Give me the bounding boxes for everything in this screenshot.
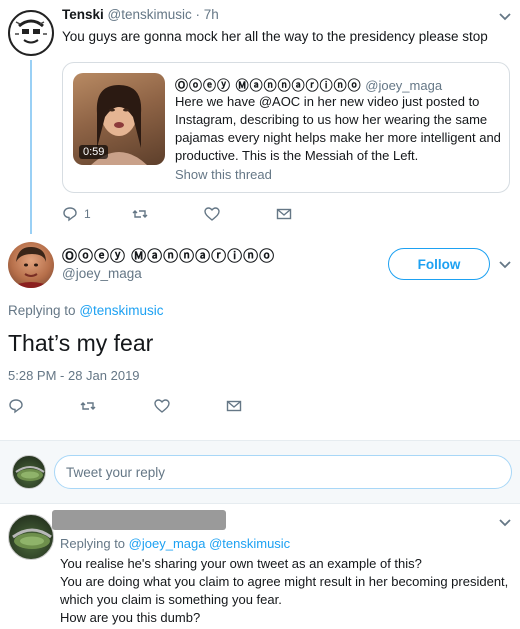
reply-tweet-text: You realise he's sharing your own tweet …	[60, 555, 510, 627]
reply-icon	[9, 399, 23, 414]
tweet-reply-input[interactable]	[54, 455, 512, 489]
like-button[interactable]	[204, 206, 276, 222]
reply-text-line: You realise he's sharing your own tweet …	[60, 556, 422, 571]
quoted-tweet-header: Ⓞⓞⓔⓨ Ⓜⓐⓝⓝⓐⓡⓘⓝⓞ @joey_maga	[175, 75, 442, 94]
top-tweet-header: Tenski @tenskimusic · 7h	[62, 7, 219, 22]
main-reply-button[interactable]	[8, 398, 80, 414]
main-tweet-replying-to: Replying to @tenskimusic	[8, 303, 164, 318]
reply-text-line: How are you this dumb?	[60, 610, 201, 625]
redacted-author-name	[52, 510, 226, 530]
reply-count: 1	[84, 207, 91, 221]
top-tweet-avatar[interactable]	[8, 10, 54, 56]
replying-to-handles-link[interactable]: @joey_maga @tenskimusic	[129, 536, 291, 551]
main-tweet-text: That’s my fear	[8, 330, 154, 356]
quoted-tweet-author-handle: @joey_maga	[365, 78, 443, 93]
stadium-photo-icon	[12, 528, 52, 549]
current-user-avatar	[12, 455, 46, 489]
replying-to-label: Replying to	[60, 536, 126, 551]
top-tweet-author-name[interactable]: Tenski	[62, 7, 104, 22]
video-duration-badge: 0:59	[79, 145, 109, 159]
envelope-icon	[226, 400, 242, 412]
doodle-face-icon	[12, 14, 50, 52]
quoted-video-thumbnail[interactable]: 0:59	[73, 73, 165, 165]
envelope-icon	[276, 208, 292, 220]
main-like-button[interactable]	[154, 398, 226, 414]
reply-text-line: which you claim is something you fear.	[60, 592, 282, 607]
main-tweet-avatar[interactable]	[8, 242, 54, 288]
main-tweet-timestamp[interactable]: 5:28 PM - 28 Jan 2019	[8, 368, 140, 383]
top-tweet-time[interactable]: · 7h	[196, 7, 219, 22]
main-tweet-author-name[interactable]: Ⓞⓞⓔⓨ Ⓜⓐⓝⓝⓐⓡⓘⓝⓞ	[62, 245, 275, 266]
reply-tweet-more-chevron-icon[interactable]	[496, 514, 514, 532]
heart-icon	[204, 207, 220, 221]
quoted-tweet-text: Here we have @AOC in her new video just …	[175, 94, 501, 163]
stadium-photo-icon	[15, 466, 45, 481]
follow-button[interactable]: Follow	[388, 248, 490, 280]
retweet-button[interactable]	[132, 206, 204, 222]
main-retweet-button[interactable]	[80, 398, 154, 414]
reply-button[interactable]: 1	[62, 206, 132, 222]
main-direct-message-button[interactable]	[226, 398, 242, 414]
reply-icon	[63, 207, 77, 222]
quoted-tweet-card[interactable]: 0:59 Ⓞⓞⓔⓨ Ⓜⓐⓝⓝⓐⓡⓘⓝⓞ @joey_maga Here we h…	[62, 62, 510, 193]
reply-text-line: You are doing what you claim to agree mi…	[60, 574, 509, 589]
retweet-icon	[132, 210, 148, 218]
direct-message-button[interactable]	[276, 206, 292, 222]
replying-to-label: Replying to	[8, 303, 76, 318]
top-tweet-text: You guys are gonna mock her all the way …	[62, 29, 488, 44]
reply-compose-bar	[0, 441, 520, 503]
top-tweet-more-chevron-icon[interactable]	[496, 8, 514, 26]
profile-photo-icon	[8, 246, 54, 288]
replying-to-handle-link[interactable]: @tenskimusic	[79, 303, 163, 318]
thread-connector-line	[30, 60, 32, 234]
quoted-tweet-author-name: Ⓞⓞⓔⓨ Ⓜⓐⓝⓝⓐⓡⓘⓝⓞ	[175, 78, 362, 93]
retweet-icon	[80, 402, 96, 410]
reply-tweet-avatar[interactable]	[8, 514, 54, 560]
show-this-thread-link[interactable]: Show this thread	[175, 167, 272, 182]
top-tweet-author-handle[interactable]: @tenskimusic	[108, 7, 192, 22]
heart-icon	[154, 399, 170, 413]
main-tweet-actions	[8, 398, 242, 414]
divider	[0, 503, 520, 504]
reply-tweet-replying-to: Replying to @joey_maga @tenskimusic	[60, 536, 290, 551]
top-tweet-actions: 1	[62, 206, 292, 222]
main-tweet-author-handle[interactable]: @joey_maga	[62, 266, 142, 281]
main-tweet-more-chevron-icon[interactable]	[496, 256, 514, 274]
